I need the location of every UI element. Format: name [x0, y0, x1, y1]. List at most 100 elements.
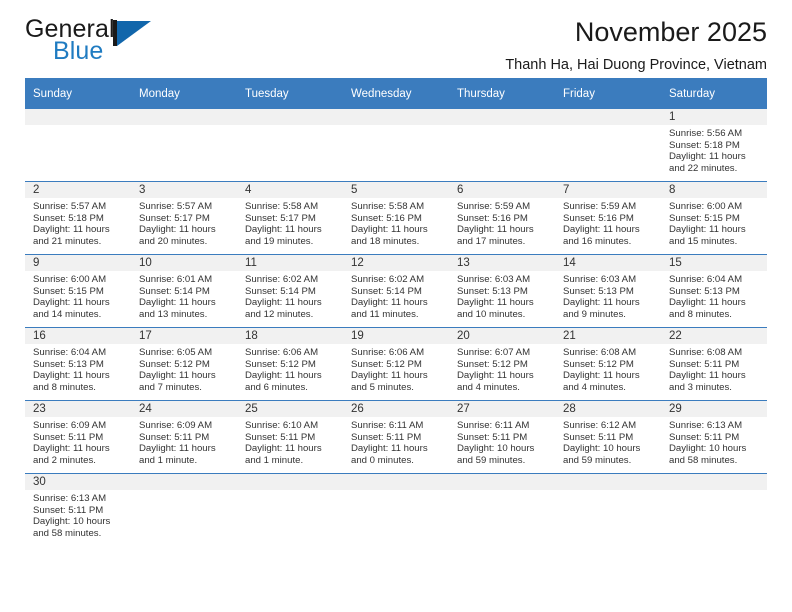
day-number — [449, 474, 555, 490]
daylight-text-cont: and 13 minutes. — [139, 308, 208, 320]
daylight-text: Daylight: 11 hours — [33, 297, 110, 309]
daylight-text: Daylight: 11 hours — [457, 224, 534, 236]
calendar-day-cell[interactable]: 17 Sunrise: 6:05 AM Sunset: 5:12 PM Dayligh… — [131, 327, 237, 401]
day-details: Sunrise: 6:00 AM Sunset: 5:15 PM Daylight:… — [25, 271, 131, 320]
day-details: Sunrise: 6:12 AM Sunset: 5:11 PM Daylight:… — [555, 417, 661, 466]
daylight-text: Daylight: 11 hours — [351, 224, 428, 236]
sunset-text: Sunset: 5:11 PM — [669, 431, 740, 443]
calendar-day-cell[interactable]: 5 Sunrise: 5:58 AM Sunset: 5:16 PM Daylight… — [343, 181, 449, 255]
daylight-text: Daylight: 11 hours — [245, 224, 322, 236]
day-number: 24 — [131, 401, 237, 417]
day-number — [555, 474, 661, 490]
calendar-empty-cell — [555, 109, 661, 182]
calendar-day-cell[interactable]: 20 Sunrise: 6:07 AM Sunset: 5:12 PM Dayligh… — [449, 327, 555, 401]
calendar-week-row: 30 Sunrise: 6:13 AM Sunset: 5:11 PM Dayligh… — [25, 473, 767, 546]
sunset-text: Sunset: 5:12 PM — [563, 358, 634, 370]
daylight-text-cont: and 8 minutes. — [33, 381, 96, 393]
sunset-text: Sunset: 5:12 PM — [245, 358, 316, 370]
calendar-day-cell[interactable]: 3 Sunrise: 5:57 AM Sunset: 5:17 PM Daylight… — [131, 181, 237, 255]
calendar-day-cell[interactable]: 23 Sunrise: 6:09 AM Sunset: 5:11 PM Dayligh… — [25, 400, 131, 474]
daylight-text-cont: and 5 minutes. — [351, 381, 414, 393]
calendar-day-cell[interactable]: 4 Sunrise: 5:58 AM Sunset: 5:17 PM Daylight… — [237, 181, 343, 255]
calendar-day-cell[interactable]: 7 Sunrise: 5:59 AM Sunset: 5:16 PM Daylight… — [555, 181, 661, 255]
day-number: 7 — [555, 182, 661, 198]
calendar-day-cell[interactable]: 13 Sunrise: 6:03 AM Sunset: 5:13 PM Dayligh… — [449, 254, 555, 328]
sunset-text: Sunset: 5:13 PM — [669, 285, 740, 297]
day-details: Sunrise: 5:59 AM Sunset: 5:16 PM Daylight:… — [449, 198, 555, 247]
calendar-day-cell[interactable]: 27 Sunrise: 6:11 AM Sunset: 5:11 PM Dayligh… — [449, 400, 555, 474]
calendar-day-cell[interactable]: 21 Sunrise: 6:08 AM Sunset: 5:12 PM Dayligh… — [555, 327, 661, 401]
day-details — [237, 125, 343, 128]
daylight-text: Daylight: 10 hours — [563, 443, 641, 455]
calendar-empty-cell — [449, 109, 555, 182]
day-details: Sunrise: 6:09 AM Sunset: 5:11 PM Daylight:… — [25, 417, 131, 466]
calendar-day-cell[interactable]: 10 Sunrise: 6:01 AM Sunset: 5:14 PM Dayligh… — [131, 254, 237, 328]
calendar-day-cell[interactable]: 8 Sunrise: 6:00 AM Sunset: 5:15 PM Daylight… — [661, 181, 767, 255]
day-number: 23 — [25, 401, 131, 417]
daylight-text: Daylight: 10 hours — [669, 443, 747, 455]
calendar-empty-cell — [555, 473, 661, 546]
day-details: Sunrise: 6:02 AM Sunset: 5:14 PM Daylight:… — [237, 271, 343, 320]
calendar-day-cell[interactable]: 11 Sunrise: 6:02 AM Sunset: 5:14 PM Dayligh… — [237, 254, 343, 328]
calendar-day-cell[interactable]: 30 Sunrise: 6:13 AM Sunset: 5:11 PM Dayligh… — [25, 473, 131, 546]
calendar-day-cell[interactable]: 22 Sunrise: 6:08 AM Sunset: 5:11 PM Dayligh… — [661, 327, 767, 401]
sunrise-text: Sunrise: 6:08 AM — [669, 347, 743, 358]
weekday-header-wednesday: Wednesday — [343, 78, 449, 109]
sunset-text: Sunset: 5:14 PM — [245, 285, 316, 297]
daylight-text-cont: and 15 minutes. — [669, 235, 738, 247]
weekday-header-row: Sunday Monday Tuesday Wednesday Thursday… — [25, 78, 767, 109]
day-details: Sunrise: 6:05 AM Sunset: 5:12 PM Daylight:… — [131, 344, 237, 393]
sunset-text: Sunset: 5:15 PM — [33, 285, 104, 297]
calendar-day-cell[interactable]: 19 Sunrise: 6:06 AM Sunset: 5:12 PM Dayligh… — [343, 327, 449, 401]
sunrise-text: Sunrise: 6:04 AM — [33, 347, 107, 358]
day-details: Sunrise: 6:03 AM Sunset: 5:13 PM Daylight:… — [449, 271, 555, 320]
sunrise-text: Sunrise: 5:56 AM — [669, 128, 743, 139]
daylight-text-cont: and 16 minutes. — [563, 235, 632, 247]
sunrise-text: Sunrise: 5:59 AM — [457, 201, 531, 212]
day-number: 14 — [555, 255, 661, 271]
calendar-day-cell[interactable]: 6 Sunrise: 5:59 AM Sunset: 5:16 PM Daylight… — [449, 181, 555, 255]
calendar-empty-cell — [343, 473, 449, 546]
day-number: 28 — [555, 401, 661, 417]
calendar-day-cell[interactable]: 12 Sunrise: 6:02 AM Sunset: 5:14 PM Dayligh… — [343, 254, 449, 328]
day-details: Sunrise: 6:06 AM Sunset: 5:12 PM Daylight:… — [343, 344, 449, 393]
calendar-day-cell[interactable]: 1 Sunrise: 5:56 AM Sunset: 5:18 PM Daylight… — [661, 109, 767, 182]
day-details — [555, 490, 661, 493]
daylight-text-cont: and 4 minutes. — [563, 381, 626, 393]
daylight-text: Daylight: 11 hours — [669, 151, 746, 163]
calendar-day-cell[interactable]: 29 Sunrise: 6:13 AM Sunset: 5:11 PM Dayligh… — [661, 400, 767, 474]
day-details: Sunrise: 6:08 AM Sunset: 5:12 PM Daylight:… — [555, 344, 661, 393]
calendar-day-cell[interactable]: 9 Sunrise: 6:00 AM Sunset: 5:15 PM Daylight… — [25, 254, 131, 328]
day-number: 13 — [449, 255, 555, 271]
calendar-day-cell[interactable]: 14 Sunrise: 6:03 AM Sunset: 5:13 PM Dayligh… — [555, 254, 661, 328]
sunrise-text: Sunrise: 6:09 AM — [139, 420, 213, 431]
calendar-day-cell[interactable]: 26 Sunrise: 6:11 AM Sunset: 5:11 PM Dayligh… — [343, 400, 449, 474]
day-number: 8 — [661, 182, 767, 198]
brand-logo[interactable]: General Blue — [25, 17, 225, 69]
calendar-day-cell[interactable]: 2 Sunrise: 5:57 AM Sunset: 5:18 PM Daylight… — [25, 181, 131, 255]
calendar-empty-cell — [25, 109, 131, 182]
day-details: Sunrise: 6:11 AM Sunset: 5:11 PM Daylight:… — [449, 417, 555, 466]
daylight-text-cont: and 14 minutes. — [33, 308, 102, 320]
daylight-text: Daylight: 11 hours — [139, 297, 216, 309]
day-details: Sunrise: 6:13 AM Sunset: 5:11 PM Daylight:… — [661, 417, 767, 466]
calendar-empty-cell — [131, 109, 237, 182]
daylight-text: Daylight: 11 hours — [33, 443, 110, 455]
day-details — [449, 125, 555, 128]
calendar-day-cell[interactable]: 24 Sunrise: 6:09 AM Sunset: 5:11 PM Dayligh… — [131, 400, 237, 474]
daylight-text: Daylight: 11 hours — [457, 297, 534, 309]
calendar-day-cell[interactable]: 15 Sunrise: 6:04 AM Sunset: 5:13 PM Dayligh… — [661, 254, 767, 328]
day-number: 1 — [661, 109, 767, 125]
sunrise-text: Sunrise: 6:01 AM — [139, 274, 213, 285]
calendar-day-cell[interactable]: 25 Sunrise: 6:10 AM Sunset: 5:11 PM Dayligh… — [237, 400, 343, 474]
calendar-day-cell[interactable]: 28 Sunrise: 6:12 AM Sunset: 5:11 PM Dayligh… — [555, 400, 661, 474]
daylight-text: Daylight: 11 hours — [669, 297, 746, 309]
sunrise-text: Sunrise: 6:02 AM — [245, 274, 319, 285]
daylight-text: Daylight: 11 hours — [563, 297, 640, 309]
daylight-text: Daylight: 11 hours — [351, 370, 428, 382]
calendar-day-cell[interactable]: 16 Sunrise: 6:04 AM Sunset: 5:13 PM Dayligh… — [25, 327, 131, 401]
day-details: Sunrise: 5:56 AM Sunset: 5:18 PM Daylight:… — [661, 125, 767, 174]
calendar-day-cell[interactable]: 18 Sunrise: 6:06 AM Sunset: 5:12 PM Dayligh… — [237, 327, 343, 401]
calendar-empty-cell — [449, 473, 555, 546]
daylight-text-cont: and 0 minutes. — [351, 454, 414, 466]
